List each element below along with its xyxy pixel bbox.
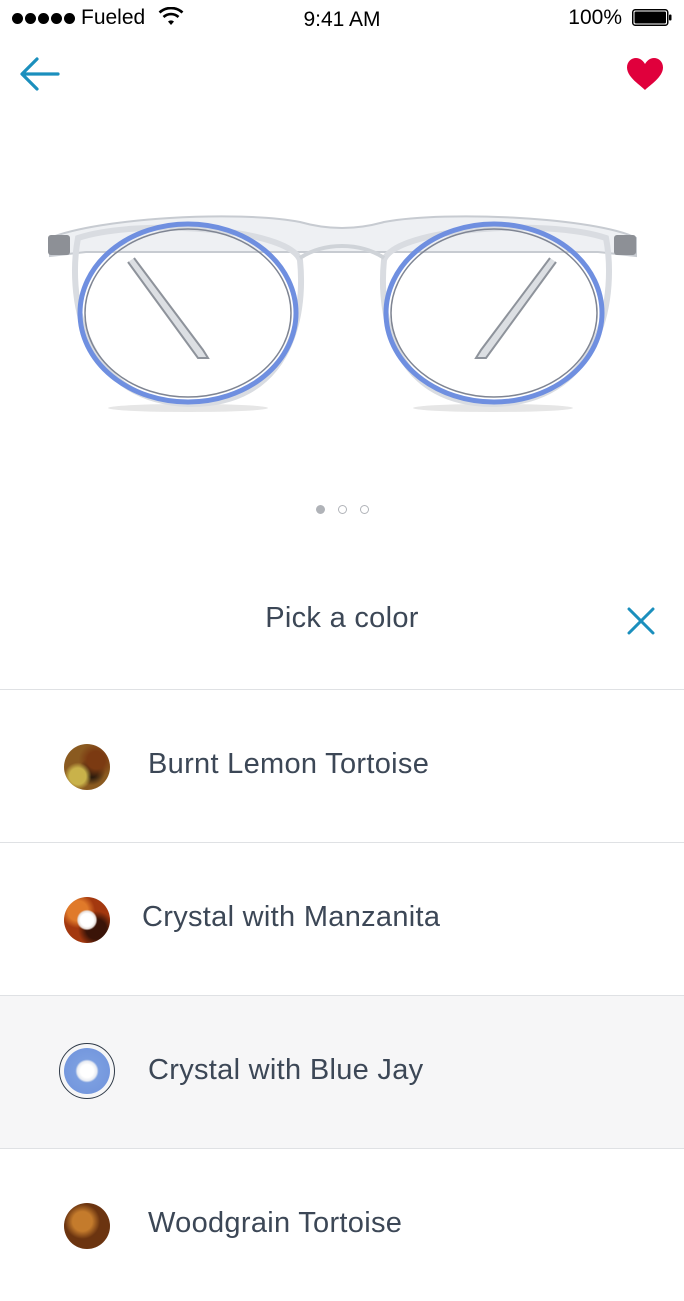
burnt-lemon-tortoise-swatch [64,744,110,790]
battery-icon [632,9,672,26]
carousel-page-indicator [0,505,684,514]
page-dot-2[interactable] [337,505,347,514]
color-option-label: Burnt Lemon Tortoise [148,748,430,780]
page-dot-1[interactable] [315,505,325,514]
battery-percentage: 100% [568,6,622,29]
close-icon [627,607,655,635]
color-option-label: Woodgrain Tortoise [148,1207,403,1239]
crystal-with-manzanita-swatch [64,897,110,943]
color-option-crystal-with-blue-jay[interactable]: Crystal with Blue Jay [0,995,684,1148]
color-option-woodgrain-tortoise[interactable]: Woodgrain Tortoise [0,1148,684,1301]
crystal-with-blue-jay-swatch [64,1048,110,1094]
eyeglasses-product-image [48,215,637,412]
favorite-button[interactable] [626,57,664,91]
heart-icon [627,58,663,90]
color-option-crystal-with-manzanita[interactable]: Crystal with Manzanita [0,842,684,995]
picker-title: Pick a color [265,602,419,634]
color-option-burnt-lemon-tortoise[interactable]: Burnt Lemon Tortoise [0,689,684,842]
color-option-label: Crystal with Blue Jay [148,1054,424,1086]
back-button[interactable] [18,55,62,93]
color-picker-header: Pick a color [0,580,684,662]
page-dot-3[interactable] [359,505,369,514]
woodgrain-tortoise-swatch [64,1203,110,1249]
arrow-left-icon [20,57,60,91]
close-picker-button[interactable] [626,606,656,636]
status-bar: Fueled 9:41 AM 100% [0,0,684,38]
color-option-label: Crystal with Manzanita [142,901,441,933]
color-option-list: Burnt Lemon Tortoise Crystal with Manzan… [0,689,684,1301]
